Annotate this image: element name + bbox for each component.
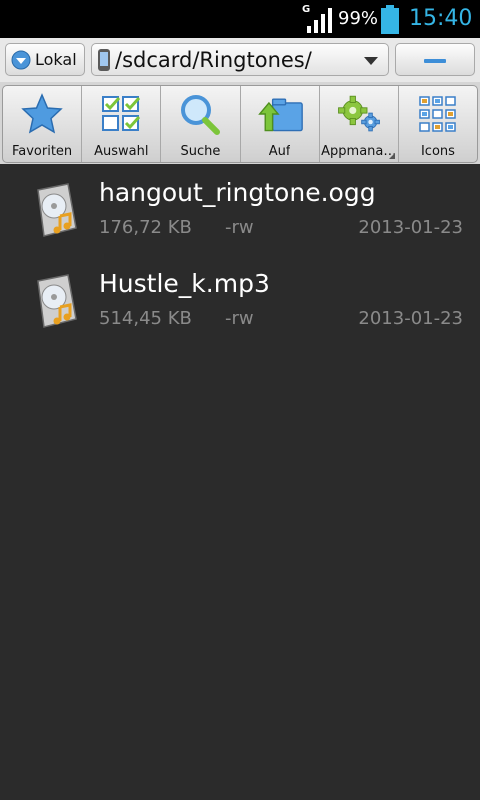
favorites-label: Favoriten [11,144,73,159]
view-icons-button[interactable]: Icons [399,86,477,162]
status-bar: G 99% 15:40 [0,0,480,38]
location-icon [11,50,31,69]
grid-icon [419,96,456,132]
file-size: 176,72 KB [99,217,192,238]
up-label: Auf [268,144,291,159]
path-dropdown[interactable]: /sdcard/Ringtones/ [91,43,389,76]
file-permissions: -rw [225,217,254,238]
selection-label: Auswahl [94,144,149,159]
phone-icon [98,48,110,71]
audio-file-icon [37,183,77,237]
favorites-button[interactable]: Favoriten [3,86,83,162]
search-button[interactable]: Suche [161,86,241,162]
chevron-down-icon [364,57,378,65]
signal-icon [307,8,332,33]
search-label: Suche [180,144,221,159]
selection-button[interactable]: Auswahl [82,86,162,162]
gears-icon [337,95,380,132]
checklist-icon [102,96,141,131]
file-name: Hustle_k.mp3 [99,269,270,298]
address-bar: Lokal /sdcard/Ringtones/ [0,38,480,82]
battery-percent: 99% [338,8,379,29]
list-item[interactable]: hangout_ringtone.ogg 176,72 KB -rw 2013-… [0,170,480,261]
battery-icon [381,5,399,34]
location-label: Lokal [35,50,77,69]
app-manager-label: Appmana… [321,144,397,159]
star-icon [21,93,63,134]
file-permissions: -rw [225,308,254,329]
clock: 15:40 [409,6,473,31]
collapse-button[interactable] [395,43,475,76]
toolbar: Favoriten Auswahl Suche Auf Appmana… Ico… [0,82,480,164]
search-icon [181,95,221,135]
file-name: hangout_ringtone.ogg [99,178,376,207]
more-corner-icon [388,153,395,159]
file-date: 2013-01-23 [358,308,463,329]
audio-file-icon [37,274,77,328]
view-icons-label: Icons [420,144,455,159]
current-path: /sdcard/Ringtones/ [115,47,312,72]
up-folder-icon [257,98,303,132]
file-list: hangout_ringtone.ogg 176,72 KB -rw 2013-… [0,170,480,352]
file-size: 514,45 KB [99,308,192,329]
list-item[interactable]: Hustle_k.mp3 514,45 KB -rw 2013-01-23 [0,261,480,352]
up-button[interactable]: Auf [241,86,320,162]
location-button[interactable]: Lokal [5,43,85,76]
app-manager-button[interactable]: Appmana… [320,86,399,162]
file-date: 2013-01-23 [358,217,463,238]
